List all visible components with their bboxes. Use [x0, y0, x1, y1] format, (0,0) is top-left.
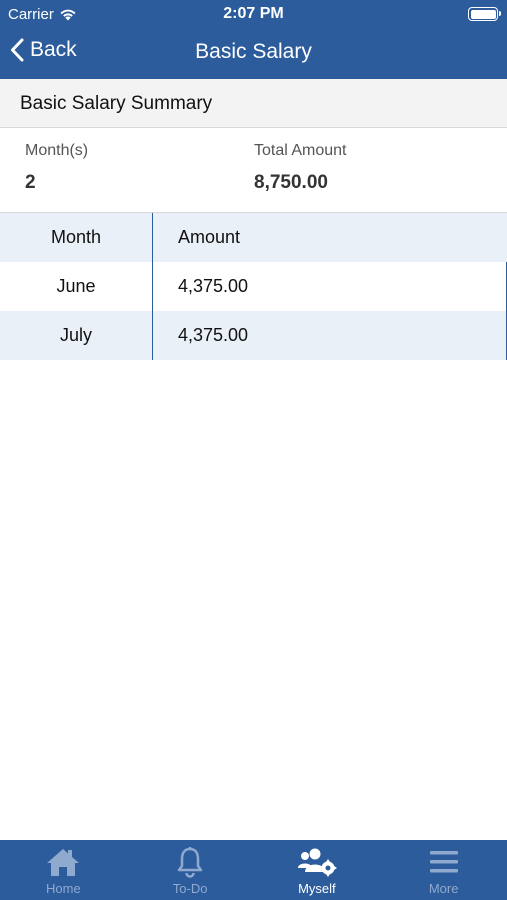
month-cell: July [0, 311, 153, 360]
table-header-row: Month Amount [0, 213, 507, 262]
battery-icon [468, 7, 501, 21]
tab-myself-label: Myself [298, 881, 336, 896]
table-row: July 4,375.00 [0, 311, 507, 360]
amount-column-header: Amount [178, 227, 241, 247]
user-settings-icon [297, 848, 337, 877]
summary-panel: Month(s) 2 Total Amount 8,750.00 [0, 128, 507, 213]
status-time: 2:07 PM [223, 5, 284, 22]
back-label: Back [30, 38, 77, 61]
amount-cell: 4,375.00 [153, 311, 507, 360]
home-icon [47, 849, 80, 876]
menu-icon [429, 851, 458, 873]
months-value: 2 [25, 172, 36, 193]
bell-icon [177, 846, 203, 878]
tab-bar: Home To-Do Myself More [0, 840, 507, 900]
section-title: Basic Salary Summary [0, 79, 507, 128]
tab-more[interactable]: More [380, 840, 507, 900]
top-bar: Carrier 2:07 PM Back Basic Salary [0, 0, 507, 79]
chevron-left-icon [11, 38, 24, 62]
tab-home-label: Home [46, 881, 81, 896]
status-bar: Carrier 2:07 PM [0, 0, 507, 28]
month-column-header: Month [0, 213, 153, 262]
tab-todo-label: To-Do [172, 881, 208, 896]
tab-myself[interactable]: Myself [254, 840, 381, 900]
tab-more-label: More [428, 881, 459, 896]
nav-bar: Back Basic Salary [0, 28, 507, 79]
months-label: Month(s) [25, 142, 89, 159]
tab-home[interactable]: Home [0, 840, 127, 900]
month-cell: June [0, 262, 153, 311]
table-row: June 4,375.00 [0, 262, 507, 311]
total-amount-value: 8,750.00 [254, 172, 328, 193]
amount-cell: 4,375.00 [153, 262, 507, 311]
salary-table: Month Amount June 4,375.00 July 4,375.00 [0, 213, 507, 360]
total-amount-label: Total Amount [254, 142, 347, 159]
tab-todo[interactable]: To-Do [127, 840, 254, 900]
back-button[interactable]: Back [10, 38, 77, 62]
